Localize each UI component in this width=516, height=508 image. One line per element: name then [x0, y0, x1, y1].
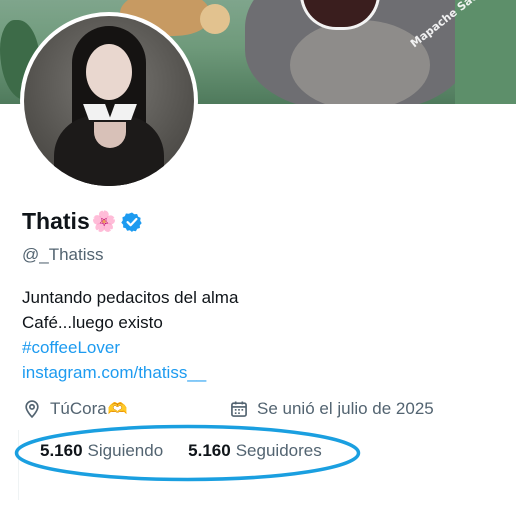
profile-name-row: Thatis 🌸 — [22, 208, 143, 235]
bio-line: Café...luego existo — [22, 313, 163, 332]
following-label: Siguiendo — [87, 441, 164, 460]
profile-avatar[interactable] — [20, 12, 198, 190]
followers-link[interactable]: 5.160 Seguidores — [188, 441, 322, 461]
followers-label: Seguidores — [235, 441, 322, 460]
website-link[interactable]: instagram.com/thatiss__ — [22, 360, 238, 385]
profile-joined-date: Se unió el julio de 2025 — [229, 399, 434, 419]
profile-meta: TúCora 🫶 Se unió el julio de 2025 — [22, 399, 502, 423]
following-count: 5.160 — [40, 441, 83, 460]
flower-icon: 🌸 — [91, 210, 117, 233]
avatar-face — [86, 44, 132, 100]
location-pin-icon — [25, 400, 39, 419]
location-text: TúCora — [50, 399, 107, 418]
profile-handle: @_Thatiss — [22, 245, 104, 264]
profile-bio: Juntando pedacitos del alma Café...luego… — [22, 285, 238, 385]
banner-creature-belly — [290, 20, 430, 104]
bio-line: Juntando pedacitos del alma — [22, 288, 239, 307]
heart-hands-icon: 🫶 — [107, 401, 128, 418]
profile-location: TúCora 🫶 — [22, 399, 128, 419]
banner-mushroom-small — [200, 4, 230, 34]
joined-text: Se unió el julio de 2025 — [257, 399, 434, 418]
left-border — [18, 430, 19, 500]
profile-stats: 5.160 Siguiendo 5.160 Seguidores — [40, 441, 347, 461]
calendar-icon — [231, 401, 247, 417]
verified-badge-icon[interactable] — [120, 211, 143, 233]
banner-foliage — [455, 0, 516, 104]
hashtag-link[interactable]: #coffeeLover — [22, 335, 238, 360]
profile-name: Thatis — [22, 208, 90, 234]
following-link[interactable]: 5.160 Siguiendo — [40, 441, 163, 461]
avatar-photo — [24, 16, 194, 186]
followers-count: 5.160 — [188, 441, 231, 460]
